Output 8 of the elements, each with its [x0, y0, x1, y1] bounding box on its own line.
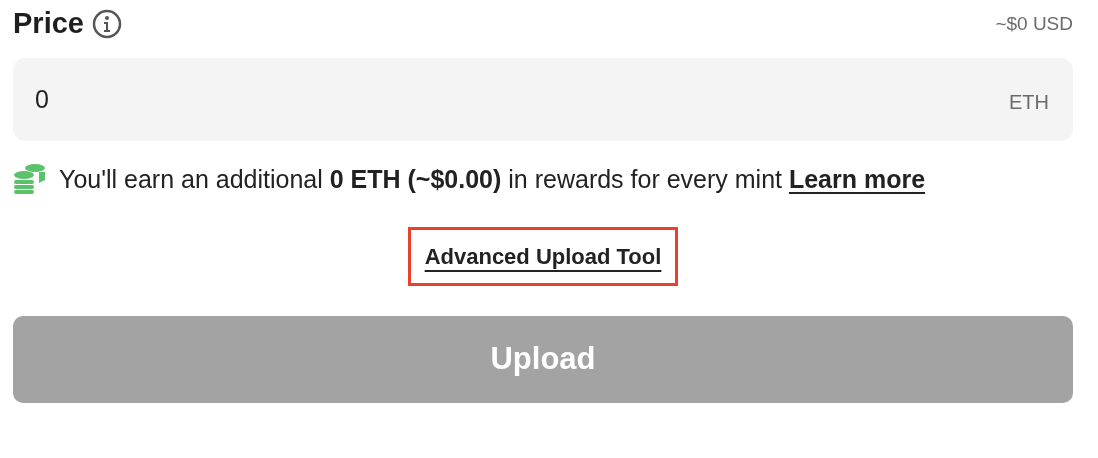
info-icon[interactable]: [91, 9, 122, 39]
reward-note: You'll earn an additional 0 ETH (~$0.00) in rewards for every mint Learn more: [59, 164, 926, 195]
coins-icon: [13, 163, 47, 195]
currency-unit: ETH: [1009, 90, 1049, 115]
advanced-upload-link[interactable]: Advanced Upload Tool: [424, 244, 662, 269]
price-label: Price: [13, 6, 84, 42]
learn-more-link[interactable]: Learn more: [788, 165, 926, 193]
usd-estimate: ~$0 USD: [995, 11, 1073, 36]
